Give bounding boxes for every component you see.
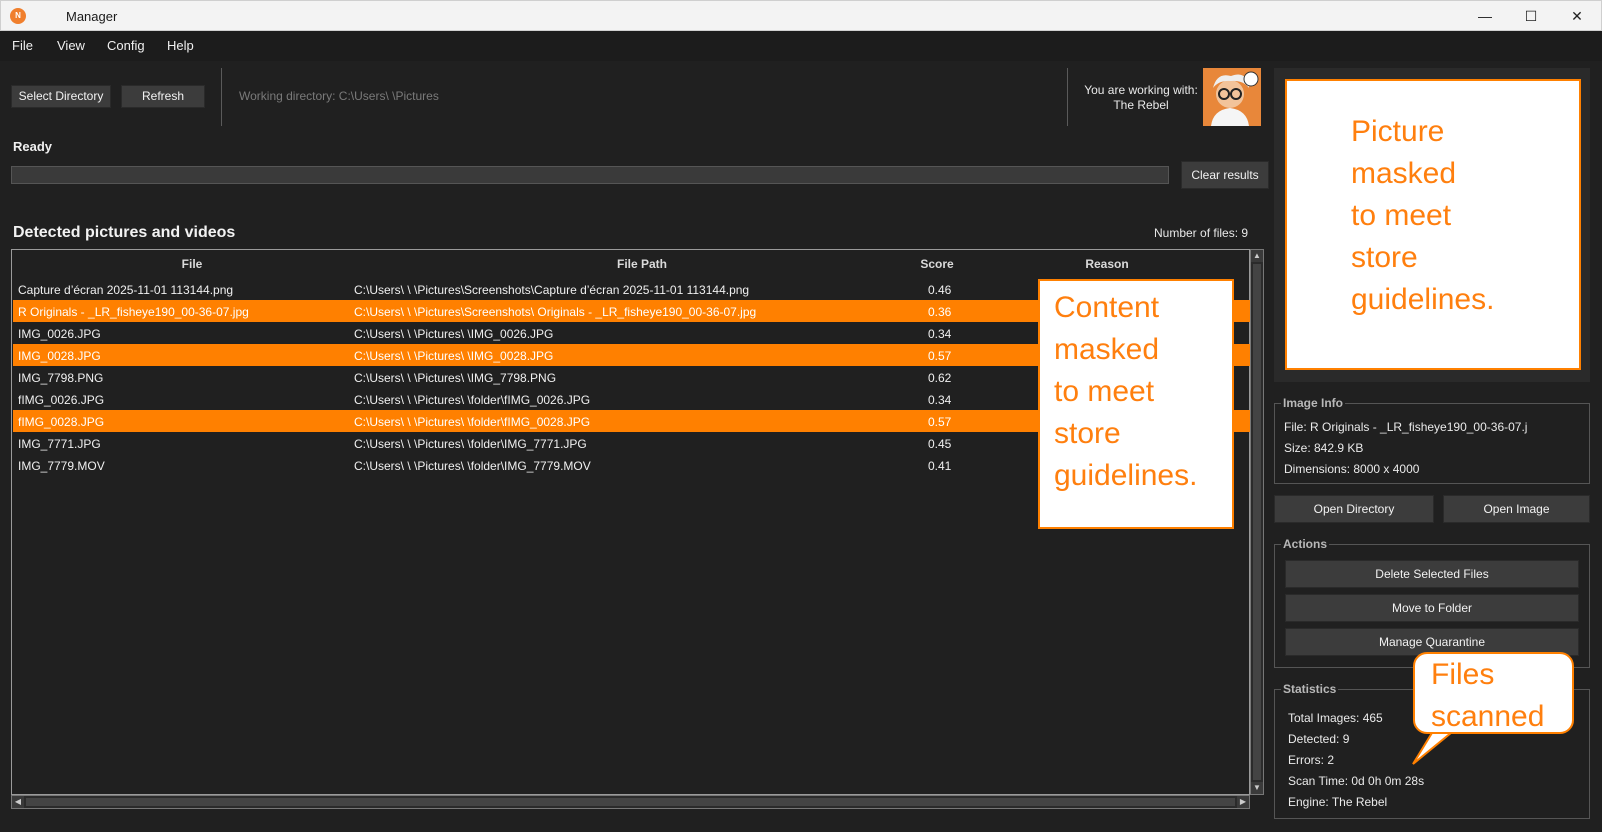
working-directory-label: Working directory: C:\Users\ \Pictures <box>239 89 439 103</box>
cell-path: C:\Users\ \ \Pictures\ \folder\IMG_7771.… <box>354 437 587 451</box>
results-title: Detected pictures and videos <box>13 224 236 241</box>
open-directory-button[interactable]: Open Directory <box>1274 495 1434 523</box>
scroll-up-icon[interactable]: ▲ <box>1251 250 1263 262</box>
mask-line: store <box>1351 241 1418 274</box>
open-image-button[interactable]: Open Image <box>1443 495 1590 523</box>
stat-engine: Engine: The Rebel <box>1288 795 1388 809</box>
mask-line: to meet <box>1351 199 1452 232</box>
cell-score: 0.34 <box>928 327 952 341</box>
user-label: You are working with: The Rebel <box>1076 83 1206 113</box>
image-info-dimensions: Dimensions: 8000 x 4000 <box>1284 462 1420 476</box>
image-info-group: Image Info File: R Originals - _LR_fishe… <box>1274 396 1590 484</box>
cell-file: IMG_7798.PNG <box>18 371 104 385</box>
cell-file: IMG_7771.JPG <box>18 437 101 451</box>
cell-path: C:\Users\ \ \Pictures\ \folder\fIMG_0028… <box>354 415 591 429</box>
cell-score: 0.46 <box>928 283 952 297</box>
mask-line: masked <box>1351 157 1457 190</box>
cell-path: C:\Users\ \ \Pictures\ \folder\fIMG_0026… <box>354 393 591 407</box>
avatar-illustration <box>1203 68 1261 126</box>
menu-config[interactable]: Config <box>107 38 145 53</box>
actions-group: Actions Delete Selected Files Move to Fo… <box>1274 537 1590 668</box>
status-text: Ready <box>13 139 53 154</box>
user-label-line1: You are working with: <box>1084 83 1198 97</box>
window-title: Manager <box>66 9 118 24</box>
callout-line: Files <box>1431 658 1495 691</box>
minimize-icon[interactable]: — <box>1462 1 1508 31</box>
avatar <box>1203 68 1261 126</box>
file-count: Number of files: 9 <box>1154 226 1249 240</box>
stat-errors: Errors: 2 <box>1288 753 1335 767</box>
menu-file[interactable]: File <box>12 38 33 53</box>
cell-file: R Originals - _LR_fisheye190_00-36-07.jp… <box>18 305 249 319</box>
title-bar: N Manager — ☐ ✕ <box>0 0 1602 31</box>
mask-line: Picture <box>1351 115 1445 148</box>
image-info-size: Size: 842.9 KB <box>1284 441 1364 455</box>
mask-line: to meet <box>1054 375 1155 408</box>
stat-detected: Detected: 9 <box>1288 732 1350 746</box>
column-header-file[interactable]: File <box>172 257 212 271</box>
cell-file: IMG_0026.JPG <box>18 327 101 341</box>
column-header-score[interactable]: Score <box>912 257 962 271</box>
callout-line: scanned <box>1431 700 1545 733</box>
image-info-file: File: R Originals - _LR_fisheye190_00-36… <box>1284 420 1528 434</box>
cell-path: C:\Users\ \ \Pictures\ \IMG_0028.JPG <box>354 349 554 363</box>
move-to-folder-button[interactable]: Move to Folder <box>1285 594 1579 622</box>
scroll-down-icon[interactable]: ▼ <box>1251 782 1263 794</box>
toolbar-divider <box>1067 68 1068 126</box>
maximize-icon[interactable]: ☐ <box>1508 1 1554 31</box>
user-name: The Rebel <box>1113 98 1169 112</box>
scroll-thumb[interactable] <box>26 798 1235 806</box>
cell-score: 0.57 <box>928 349 952 363</box>
statistics-title: Statistics <box>1281 682 1339 696</box>
menu-bar: File View Config Help <box>0 31 1602 61</box>
preview-mask: Picture masked to meet store guidelines. <box>1285 79 1581 370</box>
select-directory-button[interactable]: Select Directory <box>11 85 111 108</box>
image-preview: Picture masked to meet store guidelines. <box>1274 68 1590 382</box>
horizontal-scrollbar[interactable]: ◀ ▶ <box>11 795 1250 809</box>
scroll-thumb[interactable] <box>1253 264 1261 780</box>
cell-score: 0.41 <box>928 459 952 473</box>
cell-file: Capture d’écran 2025-11-01 113144.png <box>18 283 234 297</box>
menu-help[interactable]: Help <box>167 38 194 53</box>
toolbar-divider <box>221 68 222 126</box>
stat-total-images: Total Images: 465 <box>1288 711 1383 725</box>
cell-score: 0.45 <box>928 437 952 451</box>
image-info-title: Image Info <box>1281 396 1346 410</box>
mask-line: masked <box>1054 333 1160 366</box>
results-table: File File Path Score Reason Capture d’éc… <box>11 249 1250 795</box>
cell-path: C:\Users\ \ \Pictures\ \folder\IMG_7779.… <box>354 459 591 473</box>
cell-score: 0.36 <box>928 305 952 319</box>
clear-results-button[interactable]: Clear results <box>1181 161 1269 189</box>
mask-line: Content <box>1054 291 1160 324</box>
mask-line: guidelines. <box>1054 459 1198 492</box>
cell-path: C:\Users\ \ \Pictures\Screenshots\ Origi… <box>354 305 757 319</box>
scroll-left-icon[interactable]: ◀ <box>12 796 24 808</box>
app-icon: N <box>10 8 26 24</box>
callout-bubble: Files scanned <box>1413 652 1574 734</box>
cell-file: IMG_7779.MOV <box>18 459 105 473</box>
delete-selected-files-button[interactable]: Delete Selected Files <box>1285 560 1579 588</box>
actions-title: Actions <box>1281 537 1330 551</box>
content-mask: Content masked to meet store guidelines. <box>1038 279 1234 529</box>
close-icon[interactable]: ✕ <box>1554 1 1600 31</box>
cell-score: 0.57 <box>928 415 952 429</box>
cell-path: C:\Users\ \ \Pictures\ \IMG_0026.JPG <box>354 327 554 341</box>
cell-path: C:\Users\ \ \Pictures\ \IMG_7798.PNG <box>354 371 557 385</box>
cell-score: 0.62 <box>928 371 952 385</box>
mask-line: guidelines. <box>1351 283 1495 316</box>
cell-path: C:\Users\ \ \Pictures\Screenshots\Captur… <box>354 283 750 297</box>
vertical-scrollbar[interactable]: ▲ ▼ <box>1250 249 1264 795</box>
mask-line: store <box>1054 417 1121 450</box>
cell-file: fIMG_0028.JPG <box>18 415 105 429</box>
cell-file: fIMG_0026.JPG <box>18 393 105 407</box>
stat-scan-time: Scan Time: 0d 0h 0m 28s <box>1288 774 1425 788</box>
progress-bar <box>11 166 1169 184</box>
cell-score: 0.34 <box>928 393 952 407</box>
refresh-button[interactable]: Refresh <box>121 85 205 108</box>
column-header-reason[interactable]: Reason <box>1077 257 1137 271</box>
scroll-right-icon[interactable]: ▶ <box>1237 796 1249 808</box>
column-header-file-path[interactable]: File Path <box>592 257 692 271</box>
menu-view[interactable]: View <box>57 38 85 53</box>
cell-file: IMG_0028.JPG <box>18 349 101 363</box>
